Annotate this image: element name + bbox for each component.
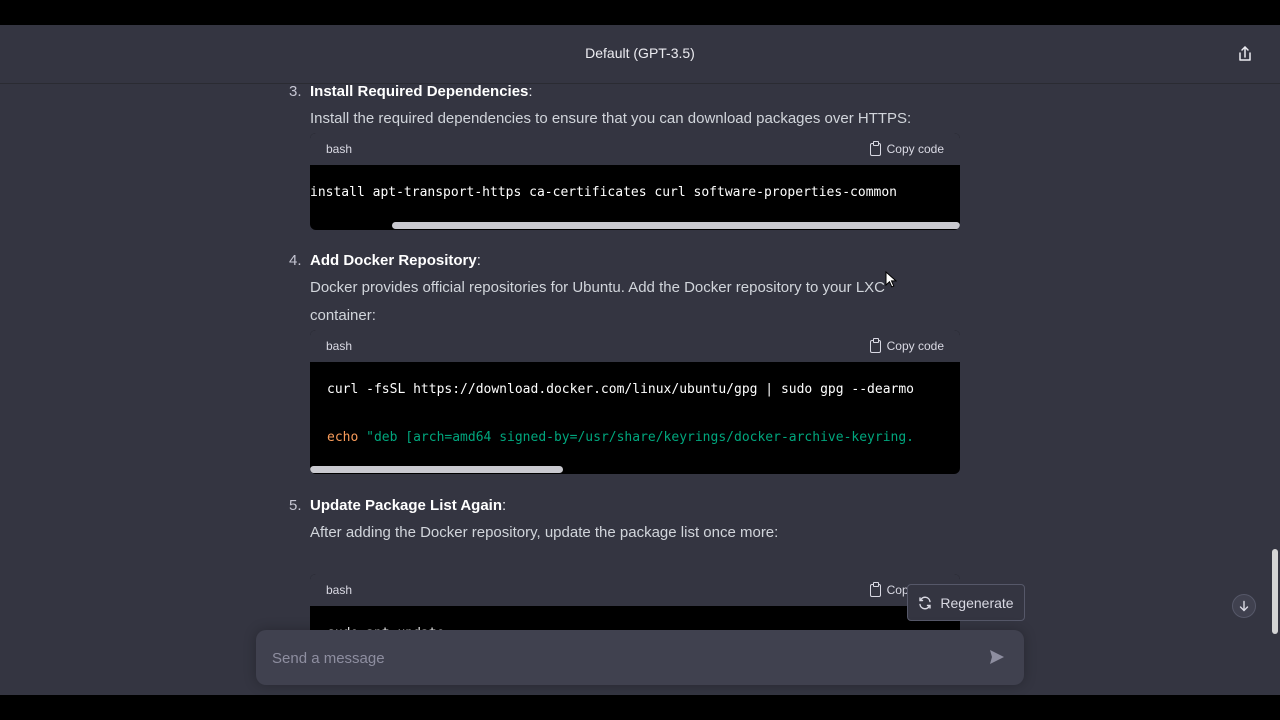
step-suffix: : bbox=[528, 84, 533, 100]
code-string: "deb [arch=amd64 signed-by=/usr/share/ke… bbox=[358, 430, 915, 445]
step-title: Add Docker Repository bbox=[310, 252, 477, 269]
scroll-to-bottom-button[interactable] bbox=[1232, 594, 1256, 618]
chat-app: Default (GPT-3.5) 3. Install Required De… bbox=[0, 25, 1280, 695]
code-line-2: echo "deb [arch=amd64 signed-by=/usr/sha… bbox=[327, 430, 914, 445]
step-description: Install the required dependencies to ens… bbox=[310, 110, 912, 127]
code-header: bash Copy code bbox=[310, 330, 960, 362]
copy-code-button[interactable]: Copy code bbox=[869, 337, 944, 353]
step-number: 4. bbox=[289, 252, 302, 269]
message-composer bbox=[256, 630, 1024, 687]
send-icon[interactable] bbox=[988, 648, 1006, 666]
code-content[interactable]: install apt-transport-https ca-certifica… bbox=[310, 165, 960, 230]
share-icon[interactable] bbox=[1236, 45, 1254, 63]
code-line-1: curl -fsSL https://download.docker.com/l… bbox=[327, 382, 914, 397]
code-content[interactable]: curl -fsSL https://download.docker.com/l… bbox=[310, 362, 960, 474]
code-keyword: echo bbox=[327, 430, 359, 445]
step-heading: Install Required Dependencies: bbox=[310, 84, 533, 100]
conversation: 3. Install Required Dependencies: Instal… bbox=[0, 84, 1280, 695]
code-horizontal-scrollbar[interactable] bbox=[392, 222, 960, 229]
top-bar: Default (GPT-3.5) bbox=[0, 25, 1280, 84]
code-header: bash Copy code bbox=[310, 133, 960, 165]
step-heading: Add Docker Repository: bbox=[310, 252, 481, 269]
code-line: install apt-transport-https ca-certifica… bbox=[310, 185, 897, 200]
step-number: 5. bbox=[289, 497, 302, 514]
message-input[interactable] bbox=[270, 630, 974, 687]
code-block: bash Copy code curl -fsSL https://downlo… bbox=[310, 330, 960, 474]
mouse-cursor-icon bbox=[885, 271, 897, 288]
copy-code-button[interactable]: Copy code bbox=[869, 140, 944, 156]
clipboard-icon bbox=[869, 581, 881, 597]
code-language: bash bbox=[326, 142, 353, 156]
code-horizontal-scrollbar[interactable] bbox=[310, 466, 563, 473]
step-description: After adding the Docker repository, upda… bbox=[310, 524, 779, 541]
step-title: Update Package List Again bbox=[310, 497, 502, 514]
step-suffix: : bbox=[502, 497, 507, 514]
clipboard-icon bbox=[869, 337, 881, 353]
regenerate-label: Regenerate bbox=[940, 594, 1014, 611]
code-language: bash bbox=[326, 339, 353, 353]
step-heading: Update Package List Again: bbox=[310, 497, 506, 514]
step-number: 3. bbox=[289, 84, 302, 100]
model-title[interactable]: Default (GPT-3.5) bbox=[0, 45, 1280, 61]
copy-code-label: Copy code bbox=[886, 339, 944, 353]
code-language: bash bbox=[326, 583, 353, 597]
refresh-icon bbox=[919, 596, 932, 609]
code-block: bash Copy code install apt-transport-htt… bbox=[310, 133, 960, 230]
arrow-down-icon bbox=[1239, 600, 1249, 612]
step-description: Docker provides official repositories fo… bbox=[310, 279, 885, 324]
regenerate-button[interactable]: Regenerate bbox=[907, 584, 1025, 621]
step-suffix: : bbox=[476, 252, 481, 269]
copy-code-label: Copy code bbox=[886, 142, 944, 156]
page-vertical-scrollbar[interactable] bbox=[1272, 549, 1278, 634]
clipboard-icon bbox=[869, 140, 881, 156]
code-header: bash Copy code bbox=[310, 574, 960, 606]
step-title: Install Required Dependencies bbox=[310, 84, 529, 100]
